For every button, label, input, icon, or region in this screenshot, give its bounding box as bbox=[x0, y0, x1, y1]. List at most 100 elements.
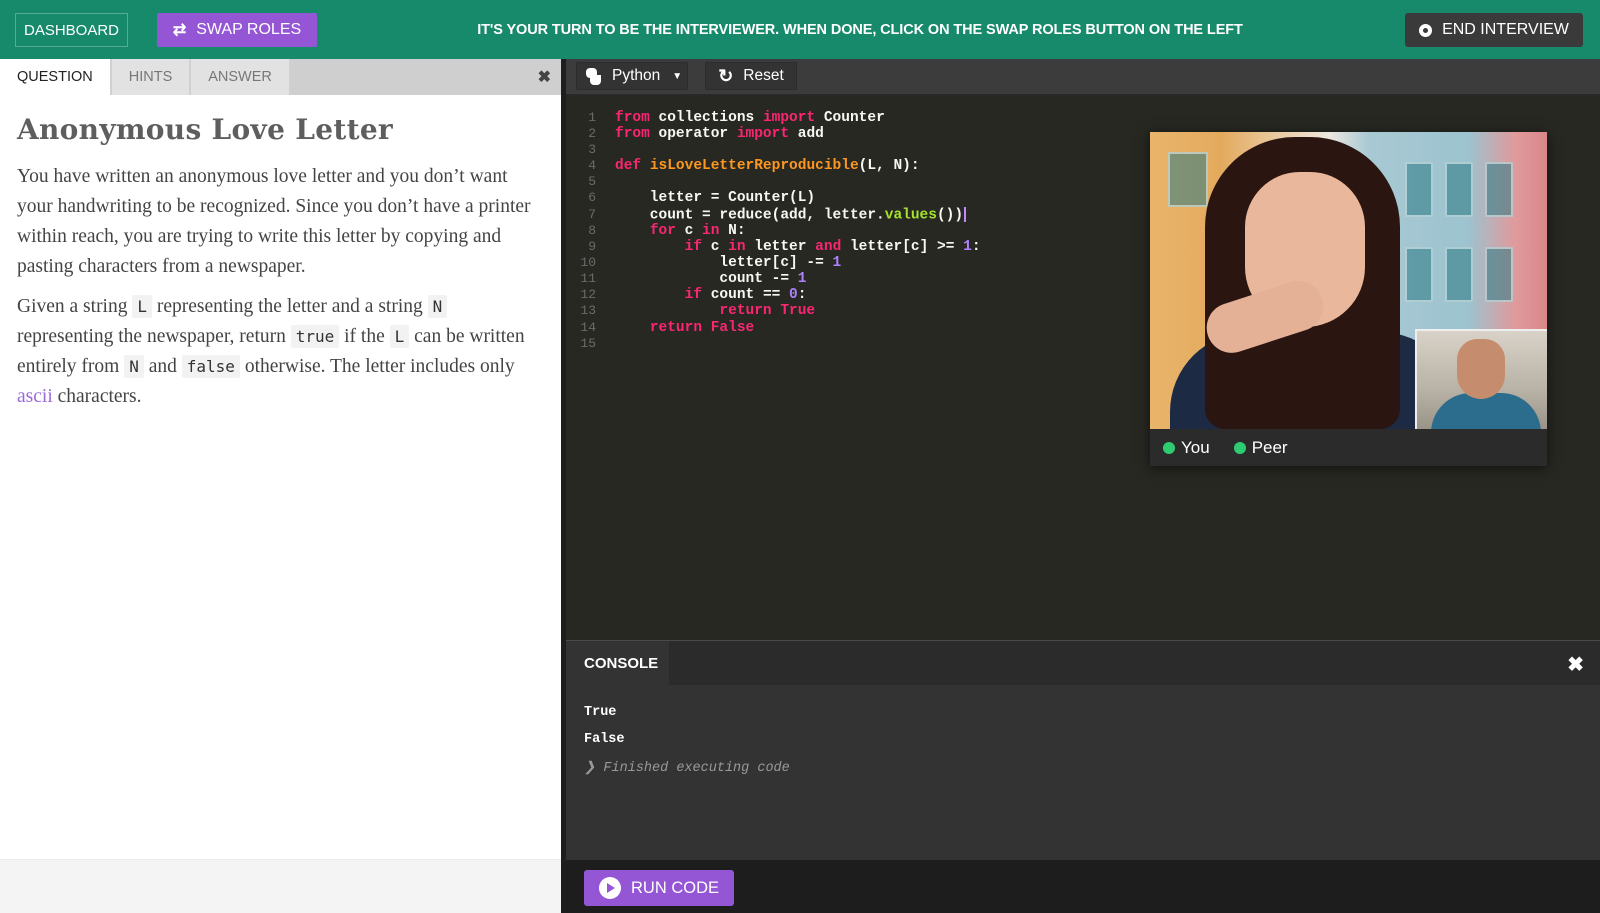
console-output: True False ❯ Finished executing code bbox=[566, 685, 1600, 806]
you-label: You bbox=[1181, 437, 1210, 457]
text: characters. bbox=[52, 386, 142, 407]
code-line: 11 count -= 1 bbox=[566, 271, 981, 287]
code-line: 3 bbox=[566, 142, 981, 158]
text: and bbox=[143, 356, 182, 377]
language-select[interactable]: Python ▼ bbox=[576, 62, 688, 90]
swap-arrows-icon: ⇄ bbox=[172, 22, 187, 39]
code-line: 8 for c in N: bbox=[566, 223, 981, 239]
role-banner: IT'S YOUR TURN TO BE THE INTERVIEWER. WH… bbox=[477, 21, 1243, 38]
code-N: N bbox=[124, 355, 144, 378]
console-panel: CONSOLE ✖ True False ❯ Finished executin… bbox=[566, 640, 1600, 860]
line-number: 8 bbox=[588, 222, 596, 238]
question-panel: QUESTION HINTS ANSWER ✖ Anonymous Love L… bbox=[0, 59, 561, 913]
question-title: Anonymous Love Letter bbox=[17, 113, 393, 146]
caret-down-icon: ▼ bbox=[672, 70, 683, 82]
reset-label: Reset bbox=[743, 67, 784, 84]
line-number: 9 bbox=[588, 239, 596, 255]
code-line: 4 def isLoveLetterReproducible(L, N): bbox=[566, 158, 981, 174]
line-number: 4 bbox=[588, 158, 596, 174]
code-line: 5 bbox=[566, 174, 981, 190]
code-lines: 1 from collections import Counter 2 from o… bbox=[566, 110, 981, 352]
code-line: 12 if count == 0: bbox=[566, 287, 981, 303]
console-line: False bbox=[584, 732, 625, 747]
background-detail bbox=[1445, 247, 1473, 302]
question-paragraph-1: You have written an anonymous love lette… bbox=[17, 166, 531, 277]
tab-answer[interactable]: ANSWER bbox=[191, 59, 291, 95]
tab-hints[interactable]: HINTS bbox=[111, 59, 192, 95]
video-status-bar: You Peer bbox=[1150, 429, 1547, 466]
code-L: L bbox=[132, 295, 152, 318]
line-number: 11 bbox=[580, 271, 596, 287]
language-label: Python bbox=[612, 67, 661, 84]
code-line: 14 return False bbox=[566, 320, 981, 336]
code-line: 15 bbox=[566, 336, 981, 352]
you-status: You bbox=[1163, 438, 1210, 458]
text: otherwise. The letter includes only bbox=[239, 356, 515, 377]
code-line: 13 return True bbox=[566, 303, 981, 319]
code-line: 6 letter = Counter(L) bbox=[566, 190, 981, 206]
reset-icon: ↻ bbox=[718, 65, 734, 86]
line-number: 13 bbox=[580, 303, 596, 319]
text: if the bbox=[339, 326, 390, 347]
python-icon bbox=[585, 67, 602, 85]
code-L: L bbox=[389, 325, 410, 348]
question-content: Anonymous Love Letter You have written a… bbox=[0, 113, 561, 412]
background-detail bbox=[1485, 247, 1513, 302]
peer-label: Peer bbox=[1251, 437, 1288, 457]
self-video bbox=[1415, 329, 1547, 429]
end-interview-button[interactable]: END INTERVIEW bbox=[1405, 13, 1583, 47]
background-detail bbox=[1485, 162, 1513, 217]
line-number: 12 bbox=[580, 287, 596, 303]
line-number: 5 bbox=[588, 174, 596, 190]
console-header: CONSOLE ✖ bbox=[566, 641, 1600, 685]
prompt-chevron-icon: ❯ bbox=[584, 761, 596, 776]
run-code-button[interactable]: RUN CODE bbox=[584, 870, 734, 906]
line-number: 1 bbox=[588, 110, 596, 125]
code-line: 1 from collections import Counter bbox=[566, 110, 981, 126]
reset-button[interactable]: ↻ Reset bbox=[705, 62, 797, 90]
left-footer bbox=[0, 859, 561, 913]
code-line: 7 count = reduce(add, letter.values()) bbox=[566, 206, 981, 223]
code-line: 9 if c in letter and letter[c] >= 1: bbox=[566, 239, 980, 255]
background-detail bbox=[1445, 162, 1473, 217]
code-true: true bbox=[290, 325, 340, 348]
code-line: 2 from operator import add bbox=[566, 126, 981, 142]
peer-status: Peer bbox=[1233, 437, 1288, 458]
question-paragraph-2: Given a string L representing the letter… bbox=[17, 292, 544, 412]
console-tab[interactable]: CONSOLE bbox=[566, 641, 669, 685]
person-face bbox=[1457, 339, 1505, 399]
ascii-link[interactable]: ascii bbox=[17, 386, 53, 407]
console-status-line: ❯ Finished executing code bbox=[584, 759, 1582, 786]
video-chat-widget[interactable]: You Peer bbox=[1150, 132, 1547, 466]
play-icon bbox=[598, 877, 621, 899]
question-tabs: QUESTION HINTS ANSWER ✖ bbox=[0, 59, 561, 95]
close-console-icon[interactable]: ✖ bbox=[1567, 652, 1584, 677]
close-panel-icon[interactable]: ✖ bbox=[538, 67, 551, 87]
bottom-bar: RUN CODE bbox=[566, 860, 1600, 913]
record-icon bbox=[1419, 23, 1433, 37]
line-number: 2 bbox=[588, 126, 596, 142]
text: Given a string bbox=[17, 296, 133, 317]
online-dot-icon bbox=[1163, 441, 1175, 454]
line-number: 7 bbox=[588, 206, 596, 222]
background-detail bbox=[1405, 162, 1433, 217]
line-number: 3 bbox=[588, 142, 596, 158]
text: representing the letter and a string bbox=[152, 296, 428, 317]
swap-roles-button[interactable]: ⇄ SWAP ROLES bbox=[157, 13, 317, 47]
end-interview-label: END INTERVIEW bbox=[1442, 21, 1569, 38]
text: representing the newspaper, return bbox=[17, 326, 291, 347]
line-number: 14 bbox=[580, 319, 596, 335]
editor-toolbar: Python ▼ ↻ Reset bbox=[566, 59, 1600, 95]
code-N: N bbox=[427, 295, 448, 318]
dashboard-button[interactable]: DASHBOARD bbox=[15, 13, 129, 47]
code-false: false bbox=[181, 355, 240, 378]
console-line: True bbox=[584, 705, 617, 720]
swap-roles-label: SWAP ROLES bbox=[196, 21, 302, 38]
tab-question[interactable]: QUESTION bbox=[0, 59, 112, 95]
code-line: 10 letter[c] -= 1 bbox=[566, 255, 981, 271]
run-code-label: RUN CODE bbox=[630, 878, 719, 897]
online-dot-icon bbox=[1233, 441, 1246, 454]
line-number: 6 bbox=[588, 190, 596, 206]
background-detail bbox=[1405, 247, 1433, 302]
background-detail bbox=[1168, 152, 1208, 207]
